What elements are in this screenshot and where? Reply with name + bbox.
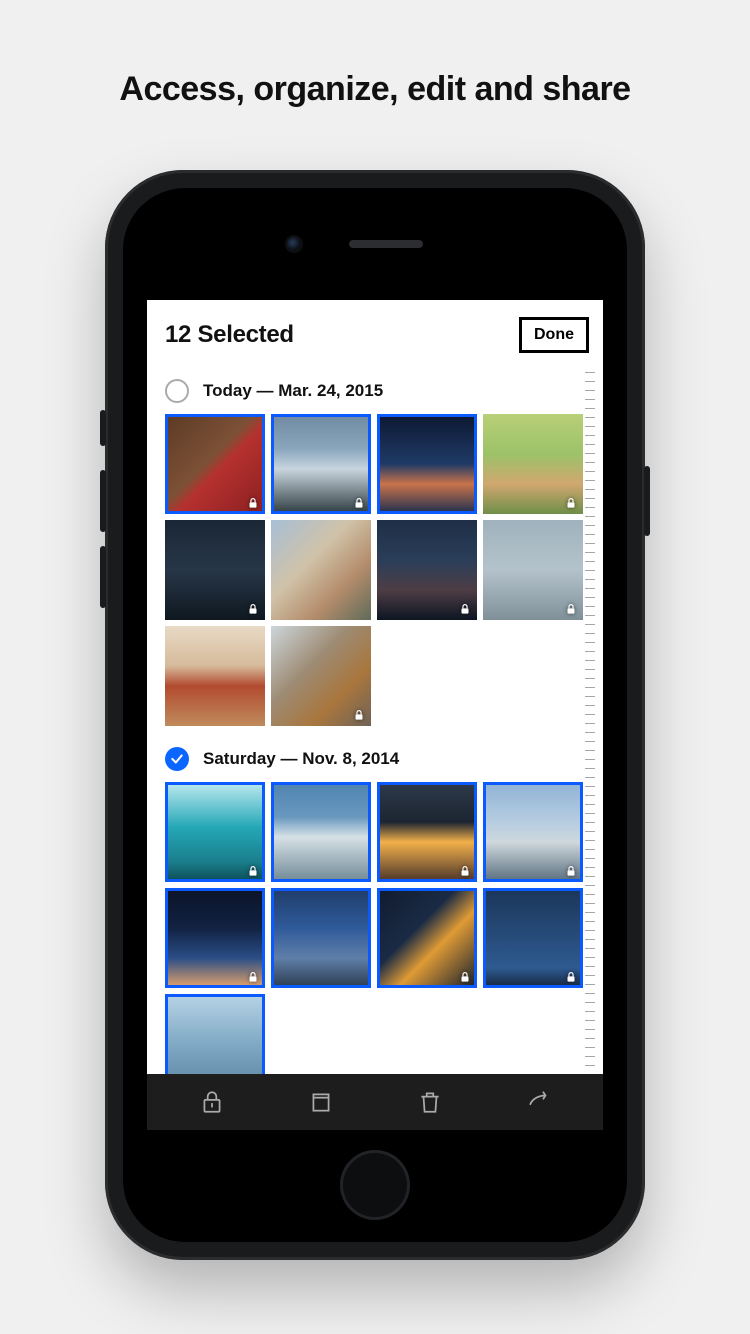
photo-thumbnail[interactable] <box>271 520 371 620</box>
lock-icon <box>564 970 578 984</box>
timeline-scrubber[interactable] <box>585 372 595 1072</box>
delete-button[interactable] <box>408 1080 452 1124</box>
section-header: Today — Mar. 24, 2015 <box>147 370 603 414</box>
album-button[interactable] <box>299 1080 343 1124</box>
photo-thumbnail[interactable] <box>483 888 583 988</box>
lock-icon <box>458 970 472 984</box>
selection-header: 12 Selected Done <box>147 300 603 370</box>
lock-icon <box>352 708 366 722</box>
share-button[interactable] <box>517 1080 561 1124</box>
phone-speaker <box>349 240 423 248</box>
phone-camera <box>287 237 301 251</box>
photo-thumbnail[interactable] <box>165 626 265 726</box>
lock-icon <box>246 496 260 510</box>
lock-icon <box>564 496 578 510</box>
lock-icon <box>564 864 578 878</box>
photo-thumbnail[interactable] <box>377 520 477 620</box>
section-select-toggle[interactable] <box>165 747 189 771</box>
photo-thumbnail[interactable] <box>377 782 477 882</box>
selected-count-label: 12 Selected <box>165 321 294 349</box>
lock-icon <box>352 496 366 510</box>
done-button[interactable]: Done <box>519 317 589 353</box>
photo-thumbnail[interactable] <box>165 994 265 1074</box>
section-date-label: Today — Mar. 24, 2015 <box>203 381 383 401</box>
lock-icon <box>246 602 260 616</box>
action-toolbar <box>147 1074 603 1130</box>
photo-grid <box>147 414 603 738</box>
photo-thumbnail[interactable] <box>271 888 371 988</box>
lock-icon <box>246 864 260 878</box>
section-select-toggle[interactable] <box>165 379 189 403</box>
photo-grid <box>147 782 603 1074</box>
photo-thumbnail[interactable] <box>483 520 583 620</box>
photo-thumbnail[interactable] <box>165 888 265 988</box>
lock-icon <box>458 864 472 878</box>
lock-button[interactable] <box>190 1080 234 1124</box>
section-header: Saturday — Nov. 8, 2014 <box>147 738 603 782</box>
photo-thumbnail[interactable] <box>165 414 265 514</box>
photo-thumbnail[interactable] <box>271 626 371 726</box>
phone-mute-switch <box>100 410 106 446</box>
lock-icon <box>199 1089 225 1115</box>
photo-thumbnail[interactable] <box>271 782 371 882</box>
phone-home-button <box>340 1150 410 1220</box>
phone-mockup: 12 Selected Done Today — Mar. 24, 2015 <box>105 170 645 1260</box>
photo-scroll-area[interactable]: Today — Mar. 24, 2015 Saturday — Nov. 8,… <box>147 370 603 1074</box>
check-icon <box>170 752 184 766</box>
app-screen: 12 Selected Done Today — Mar. 24, 2015 <box>147 300 603 1130</box>
lock-icon <box>458 602 472 616</box>
phone-volume-down <box>100 546 106 608</box>
photo-thumbnail[interactable] <box>377 414 477 514</box>
phone-power-button <box>644 466 650 536</box>
photo-thumbnail[interactable] <box>165 782 265 882</box>
lock-icon <box>246 970 260 984</box>
photo-thumbnail[interactable] <box>377 888 477 988</box>
trash-icon <box>417 1089 443 1115</box>
phone-volume-up <box>100 470 106 532</box>
phone-top-bezel <box>123 188 627 300</box>
share-icon <box>526 1089 552 1115</box>
photo-thumbnail[interactable] <box>165 520 265 620</box>
album-icon <box>308 1089 334 1115</box>
photo-thumbnail[interactable] <box>483 782 583 882</box>
photo-thumbnail[interactable] <box>271 414 371 514</box>
promo-title: Access, organize, edit and share <box>0 70 750 109</box>
lock-icon <box>564 602 578 616</box>
section-date-label: Saturday — Nov. 8, 2014 <box>203 749 399 769</box>
photo-thumbnail[interactable] <box>483 414 583 514</box>
